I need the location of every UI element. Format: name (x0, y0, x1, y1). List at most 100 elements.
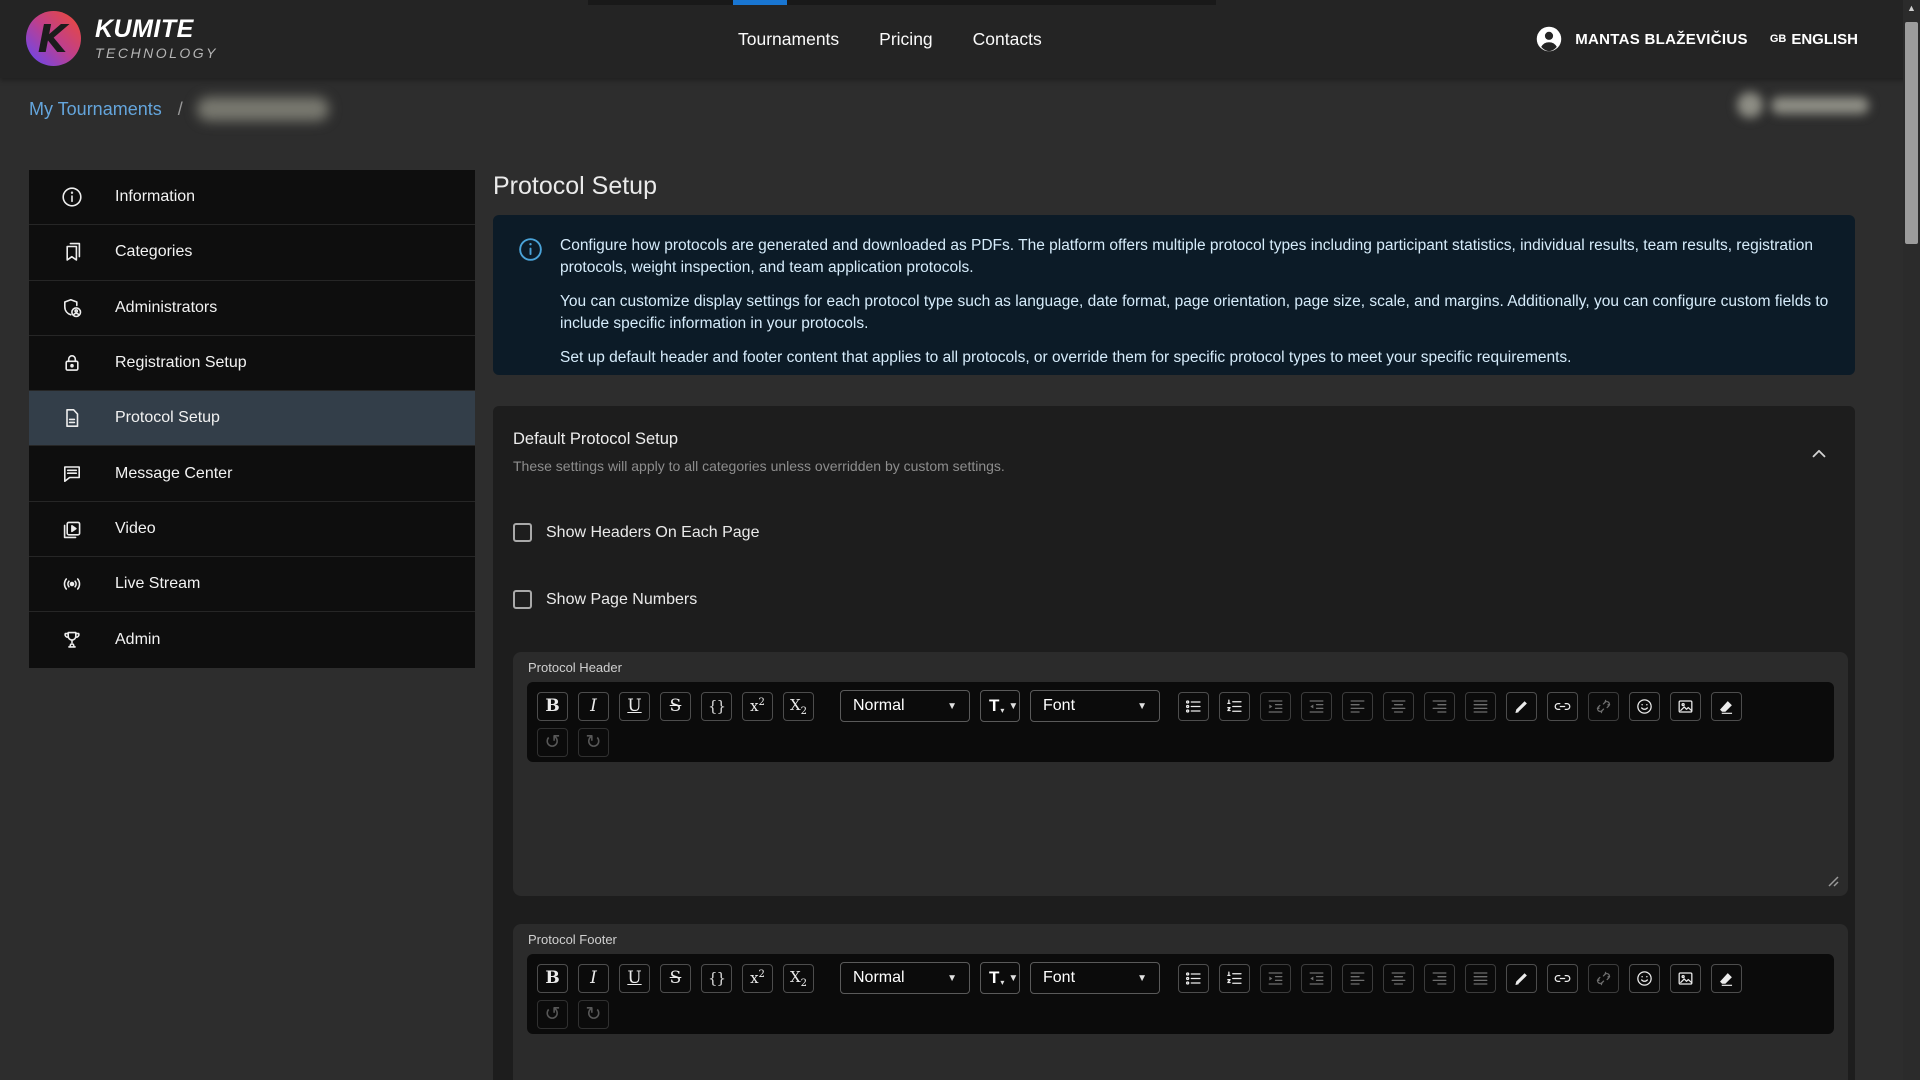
clear-formatting-button[interactable] (1711, 964, 1742, 993)
unordered-list-button[interactable] (1178, 964, 1209, 993)
scrollbar-thumb[interactable] (1905, 22, 1918, 244)
sidebar-item-administrators[interactable]: Administrators (29, 281, 475, 336)
kumite-logo-icon: K (26, 11, 81, 66)
sidebar-item-categories[interactable]: Categories (29, 225, 475, 280)
redo-button[interactable]: ↻ (578, 1000, 609, 1029)
highlight-pen-button[interactable] (1506, 964, 1537, 993)
sidebar-item-admin[interactable]: Admin (29, 612, 475, 667)
show-headers-checkbox-row[interactable]: Show Headers On Each Page (513, 523, 759, 542)
undo-button[interactable]: ↺ (537, 728, 568, 757)
sidebar-item-protocol-setup[interactable]: Protocol Setup (29, 391, 475, 446)
text-size-select[interactable]: T▾▼ (980, 690, 1020, 722)
page-scrollbar[interactable]: ▲ (1903, 0, 1920, 1080)
insert-link-button[interactable] (1547, 964, 1578, 993)
align-right-button[interactable] (1424, 964, 1455, 993)
ordered-list-button[interactable] (1219, 964, 1250, 993)
resize-handle-icon[interactable] (1826, 874, 1840, 888)
sidebar-item-message-center[interactable]: Message Center (29, 446, 475, 501)
breadcrumb-tournament-name-redacted[interactable] (197, 97, 329, 121)
bold-button[interactable]: B (537, 964, 568, 993)
bookmark-icon (60, 240, 84, 264)
variable-braces-button[interactable]: {} (701, 692, 732, 721)
align-right-button[interactable] (1424, 692, 1455, 721)
align-left-button[interactable] (1342, 964, 1373, 993)
language-selector[interactable]: ENGLISH (1791, 31, 1858, 48)
protocol-header-textarea[interactable] (513, 762, 1848, 896)
show-headers-checkbox[interactable] (513, 523, 532, 542)
font-family-select[interactable]: Font▼ (1030, 962, 1160, 994)
protocol-header-label: Protocol Header (528, 660, 622, 675)
remove-link-button[interactable] (1588, 692, 1619, 721)
scroll-up-arrow-icon[interactable]: ▲ (1903, 3, 1920, 13)
caret-down-icon: ▼ (1123, 701, 1147, 712)
show-headers-label: Show Headers On Each Page (546, 524, 759, 542)
nav-pricing[interactable]: Pricing (879, 29, 933, 50)
superscript-button[interactable]: x2 (742, 964, 773, 993)
clear-formatting-button[interactable] (1711, 692, 1742, 721)
insert-emoji-button[interactable] (1629, 964, 1660, 993)
underline-button[interactable]: U (619, 964, 650, 993)
editor-toolbar: BIUS {} x2 X2 Normal▼ T▾▼ Font▼ ↺ ↻ (527, 954, 1834, 1034)
highlight-pen-button[interactable] (1506, 692, 1537, 721)
bullet-list-icon (1184, 697, 1203, 716)
align-justify-button[interactable] (1465, 692, 1496, 721)
paragraph-style-select[interactable]: Normal▼ (840, 690, 970, 722)
redo-icon: ↻ (586, 1005, 602, 1024)
subscript-button[interactable]: X2 (783, 692, 814, 721)
italic-button[interactable]: I (578, 964, 609, 993)
user-name[interactable]: MANTAS BLAŽEVIČIUS (1575, 31, 1748, 48)
document-icon (60, 406, 84, 430)
align-left-icon (1348, 969, 1367, 988)
user-avatar-icon[interactable] (1535, 25, 1563, 53)
indent-increase-button[interactable] (1260, 692, 1291, 721)
text-size-select[interactable]: T▾▼ (980, 962, 1020, 994)
align-center-button[interactable] (1383, 692, 1414, 721)
font-family-select[interactable]: Font▼ (1030, 690, 1160, 722)
badge-icon-redacted (1737, 92, 1763, 118)
superscript-button[interactable]: x2 (742, 692, 773, 721)
align-left-button[interactable] (1342, 692, 1373, 721)
paragraph-style-value: Normal (853, 697, 905, 715)
underline-glyph: U (627, 968, 641, 988)
protocol-footer-textarea[interactable] (513, 1034, 1848, 1080)
insert-image-button[interactable] (1670, 964, 1701, 993)
strikethrough-button[interactable]: S (660, 964, 691, 993)
page-title: Protocol Setup (493, 172, 657, 201)
undo-button[interactable]: ↺ (537, 1000, 568, 1029)
remove-link-button[interactable] (1588, 964, 1619, 993)
indent-increase-button[interactable] (1260, 964, 1291, 993)
insert-emoji-button[interactable] (1629, 692, 1660, 721)
sidebar-item-video[interactable]: Video (29, 502, 475, 557)
eraser-icon (1717, 697, 1736, 716)
brand-logo[interactable]: K KUMITE TECHNOLOGY (26, 11, 218, 66)
info-paragraph-2: You can customize display settings for e… (560, 291, 1831, 336)
show-page-numbers-checkbox[interactable] (513, 590, 532, 609)
redo-button[interactable]: ↻ (578, 728, 609, 757)
sidebar-item-information[interactable]: Information (29, 170, 475, 225)
bold-button[interactable]: B (537, 692, 568, 721)
indent-decrease-button[interactable] (1301, 964, 1332, 993)
subscript-button[interactable]: X2 (783, 964, 814, 993)
paragraph-style-select[interactable]: Normal▼ (840, 962, 970, 994)
variable-braces-button[interactable]: {} (701, 964, 732, 993)
sidebar-item-label: Admin (115, 631, 160, 649)
align-center-button[interactable] (1383, 964, 1414, 993)
insert-image-button[interactable] (1670, 692, 1701, 721)
strikethrough-button[interactable]: S (660, 692, 691, 721)
nav-contacts[interactable]: Contacts (973, 29, 1042, 50)
trophy-icon (60, 628, 84, 652)
ordered-list-button[interactable] (1219, 692, 1250, 721)
unordered-list-button[interactable] (1178, 692, 1209, 721)
indent-decrease-button[interactable] (1301, 692, 1332, 721)
align-justify-button[interactable] (1465, 964, 1496, 993)
sidebar-item-live-stream[interactable]: Live Stream (29, 557, 475, 612)
show-page-numbers-checkbox-row[interactable]: Show Page Numbers (513, 590, 697, 609)
breadcrumb-my-tournaments-link[interactable]: My Tournaments (29, 99, 162, 120)
align-right-icon (1430, 969, 1449, 988)
insert-link-button[interactable] (1547, 692, 1578, 721)
nav-tournaments[interactable]: Tournaments (738, 29, 839, 50)
sidebar-item-registration-setup[interactable]: Registration Setup (29, 336, 475, 391)
collapse-section-button[interactable] (1803, 438, 1835, 470)
underline-button[interactable]: U (619, 692, 650, 721)
italic-button[interactable]: I (578, 692, 609, 721)
